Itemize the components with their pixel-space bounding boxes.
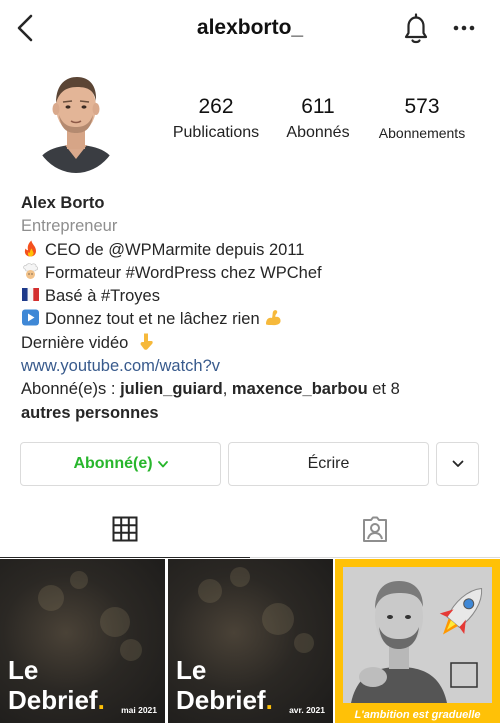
chef-icon — [23, 263, 38, 279]
chevron-down-icon — [452, 460, 463, 467]
stat-posts[interactable]: 262 Publications — [166, 94, 266, 144]
posts-count: 262 — [198, 95, 234, 118]
profile-tabs — [0, 500, 500, 558]
profile-bio: Alex Borto Entrepreneur CEO de @WPMarmit… — [21, 192, 481, 425]
profile-category: Entrepreneur — [21, 217, 118, 236]
profile-avatar[interactable] — [31, 69, 121, 173]
bio-line-text: Donnez tout et ne lâchez rien — [45, 310, 260, 329]
post-date: avr. 2021 — [289, 705, 325, 715]
bio-line: Dernière vidéo — [21, 332, 481, 355]
post-tile[interactable]: L'ambition est graduelle — [335, 559, 500, 723]
post-title-dot: . — [265, 685, 273, 715]
post-title-line: Le — [8, 655, 39, 685]
following-label: Abonnements — [378, 125, 466, 141]
bokeh-light — [230, 567, 250, 587]
bio-line: Donnez tout et ne lâchez rien — [21, 308, 481, 331]
bio-line-text: Formateur #WordPress chez WPChef — [45, 263, 322, 282]
post-title-line: Debrief. — [8, 685, 105, 715]
post-title-word: Debrief — [8, 685, 98, 715]
grid-icon — [112, 516, 138, 541]
tab-posts-grid[interactable] — [0, 500, 250, 558]
posts-grid: Le Debrief. mai 2021 Le Debrief. avr. 20… — [0, 559, 500, 723]
followed-by-more[interactable]: autres personnes — [21, 404, 159, 422]
rocket-icon — [439, 587, 483, 635]
suggestions-dropdown-button[interactable] — [436, 442, 479, 486]
posts-label: Publications — [172, 124, 260, 141]
tab-tagged[interactable] — [250, 500, 500, 558]
ellipsis-icon — [453, 25, 475, 31]
post-tile[interactable]: Le Debrief. mai 2021 — [0, 559, 165, 723]
bokeh-light — [38, 585, 64, 611]
bio-line: Basé à #Troyes — [21, 285, 481, 308]
bokeh-light — [294, 633, 314, 653]
more-options-button[interactable] — [450, 16, 478, 40]
post-title-line: Le — [176, 655, 207, 685]
top-bar: alexborto_ — [0, 0, 500, 60]
post-caption: L'ambition est graduelle — [354, 709, 481, 721]
followers-count: 611 — [301, 95, 335, 118]
stat-following[interactable]: 573 Abonnements — [370, 94, 474, 144]
tagged-person-icon — [363, 516, 387, 542]
bell-icon — [404, 13, 428, 44]
followed-by-suffix: et 8 — [367, 380, 400, 399]
followed-by-user[interactable]: julien_guiard — [120, 380, 223, 398]
bio-line-text: CEO de @WPMarmite depuis 2011 — [45, 240, 305, 259]
france-flag-icon — [22, 288, 39, 302]
bio-line: Formateur #WordPress chez WPChef — [21, 262, 481, 285]
bokeh-light — [100, 607, 130, 637]
bio-line: CEO de @WPMarmite depuis 2011 — [21, 239, 481, 262]
notifications-button[interactable] — [400, 12, 432, 46]
post-title: Le Debrief. — [8, 655, 105, 715]
followed-by-separator: , — [222, 380, 232, 399]
followed-by: Abonné(e)s : julien_guiard, maxence_barb… — [21, 378, 481, 425]
following-button[interactable]: Abonné(e) — [20, 442, 221, 486]
message-button[interactable]: Écrire — [228, 442, 429, 486]
post-date: mai 2021 — [121, 705, 157, 715]
post-title: Le Debrief. — [176, 655, 273, 715]
bokeh-light — [198, 579, 222, 603]
following-button-label: Abonné(e) — [73, 455, 153, 472]
post-title-word: Debrief — [176, 685, 266, 715]
fire-icon — [24, 240, 36, 257]
last-video-text: Dernière vidéo — [21, 333, 129, 352]
post-photo — [343, 567, 492, 703]
bio-link[interactable]: www.youtube.com/watch?v — [21, 355, 481, 378]
play-button-icon — [22, 309, 39, 326]
bio-line-text: Basé à #Troyes — [45, 287, 160, 306]
profile-name: Alex Borto — [21, 194, 105, 212]
bokeh-light — [70, 571, 88, 589]
bokeh-light — [262, 603, 294, 635]
followed-by-prefix: Abonné(e)s : — [21, 380, 121, 399]
pointing-down-icon — [140, 333, 153, 350]
followed-by-user[interactable]: maxence_barbou — [232, 380, 368, 398]
followers-label: Abonnés — [286, 124, 350, 141]
message-button-label: Écrire — [307, 455, 350, 472]
flexed-biceps-icon — [265, 310, 281, 326]
bokeh-light — [120, 639, 142, 661]
stat-followers[interactable]: 611 Abonnés — [276, 94, 360, 144]
post-tile[interactable]: Le Debrief. avr. 2021 — [168, 559, 333, 723]
post-title-dot: . — [97, 685, 105, 715]
following-count: 573 — [404, 95, 440, 118]
chevron-down-icon — [157, 460, 168, 467]
post-title-line: Debrief. — [176, 685, 273, 715]
